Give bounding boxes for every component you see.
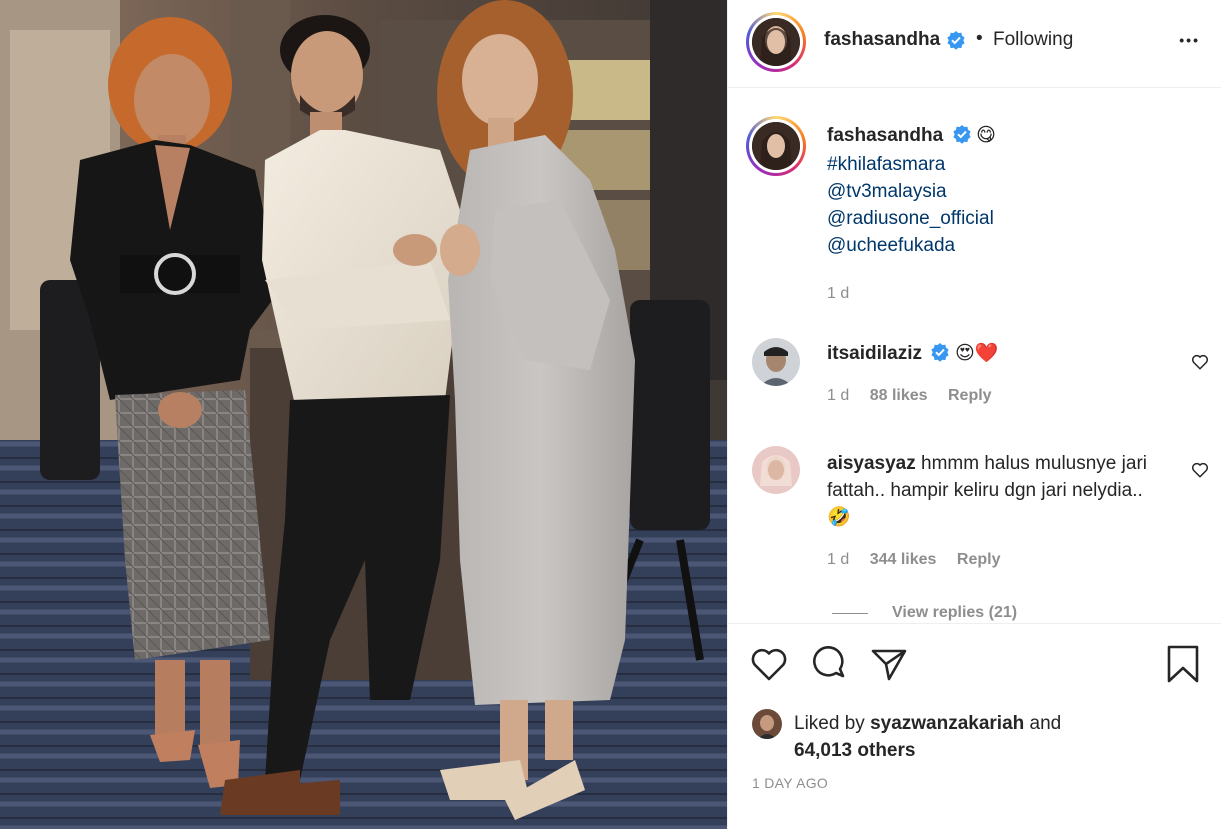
share-icon[interactable]	[870, 646, 908, 687]
reply-button[interactable]: Reply	[957, 551, 1001, 568]
caption-username[interactable]: fashasandha	[827, 125, 943, 146]
comment-likes[interactable]: 344 likes	[870, 551, 937, 568]
comment-icon[interactable]	[810, 646, 848, 687]
bookmark-icon[interactable]	[1166, 644, 1200, 689]
heart-icon[interactable]	[750, 646, 788, 687]
comment-item: itsaidilaziz 😍❤️ 1 d 88 likes Reply	[827, 340, 1167, 405]
comment-likes[interactable]: 88 likes	[870, 387, 928, 404]
comment-age: 1 d	[827, 387, 850, 405]
liked-by-conj: and	[1029, 713, 1062, 734]
verified-badge-icon	[946, 30, 966, 55]
comment-avatar[interactable]	[752, 446, 800, 494]
view-replies-label[interactable]: View replies (21)	[892, 604, 1017, 622]
liked-by-prefix: Liked by	[794, 713, 865, 734]
mention-link[interactable]: @tv3malaysia	[827, 178, 996, 205]
comment-avatar[interactable]	[752, 338, 800, 386]
more-icon[interactable]: •••	[1179, 30, 1200, 50]
action-bar: Liked by syazwanzakariah and 64,013 othe…	[728, 623, 1221, 829]
replies-divider	[832, 612, 868, 614]
comments-section[interactable]: fashasandha 😋 #khilafasmara @tv3malaysia…	[728, 88, 1221, 623]
comment-like-heart-icon[interactable]	[1191, 461, 1209, 484]
verified-badge-icon	[930, 342, 950, 367]
others-count[interactable]: 64,013 others	[794, 740, 915, 761]
comment-meta: 1 d 88 likes Reply	[827, 387, 1167, 405]
caption: fashasandha 😋 #khilafasmara @tv3malaysia…	[827, 124, 996, 303]
comment-username[interactable]: aisyasyaz	[827, 453, 916, 474]
caption-age: 1 d	[827, 285, 850, 303]
liker-username[interactable]: syazwanzakariah	[870, 713, 1024, 734]
mention-link[interactable]: @radiusone_official	[827, 205, 996, 232]
comment-age: 1 d	[827, 551, 850, 568]
caption-emoji: 😋	[976, 125, 996, 146]
comment-text: 😍❤️	[954, 343, 999, 364]
author-avatar[interactable]	[746, 12, 806, 72]
post-photo[interactable]	[0, 0, 727, 829]
hashtag-link[interactable]: #khilafasmara	[827, 151, 996, 178]
following-button[interactable]: Following	[993, 29, 1073, 51]
likes-summary: Liked by syazwanzakariah and 64,013 othe…	[794, 710, 1061, 764]
mention-link[interactable]: @ucheefukada	[827, 232, 996, 259]
verified-badge-icon	[952, 124, 972, 149]
separator-dot: •	[976, 28, 983, 49]
post-timestamp[interactable]: 1 DAY AGO	[752, 775, 828, 791]
post-panel: fashasandha • Following ••• fashasandha	[727, 0, 1221, 829]
comment-meta: 1 d 344 likes Reply	[827, 551, 1157, 569]
comment-username[interactable]: itsaidilaziz	[827, 343, 922, 364]
view-replies[interactable]: View replies (21)	[832, 604, 1017, 622]
post-header: fashasandha • Following •••	[728, 0, 1221, 88]
author-username[interactable]: fashasandha	[824, 29, 940, 51]
liker-avatar[interactable]	[752, 709, 782, 739]
comment-item: aisyasyaz hmmm halus mulusnye jari fatta…	[827, 450, 1157, 569]
post-image	[0, 0, 727, 829]
caption-avatar[interactable]	[746, 116, 806, 176]
reply-button[interactable]: Reply	[948, 387, 992, 404]
comment-like-heart-icon[interactable]	[1191, 353, 1209, 376]
